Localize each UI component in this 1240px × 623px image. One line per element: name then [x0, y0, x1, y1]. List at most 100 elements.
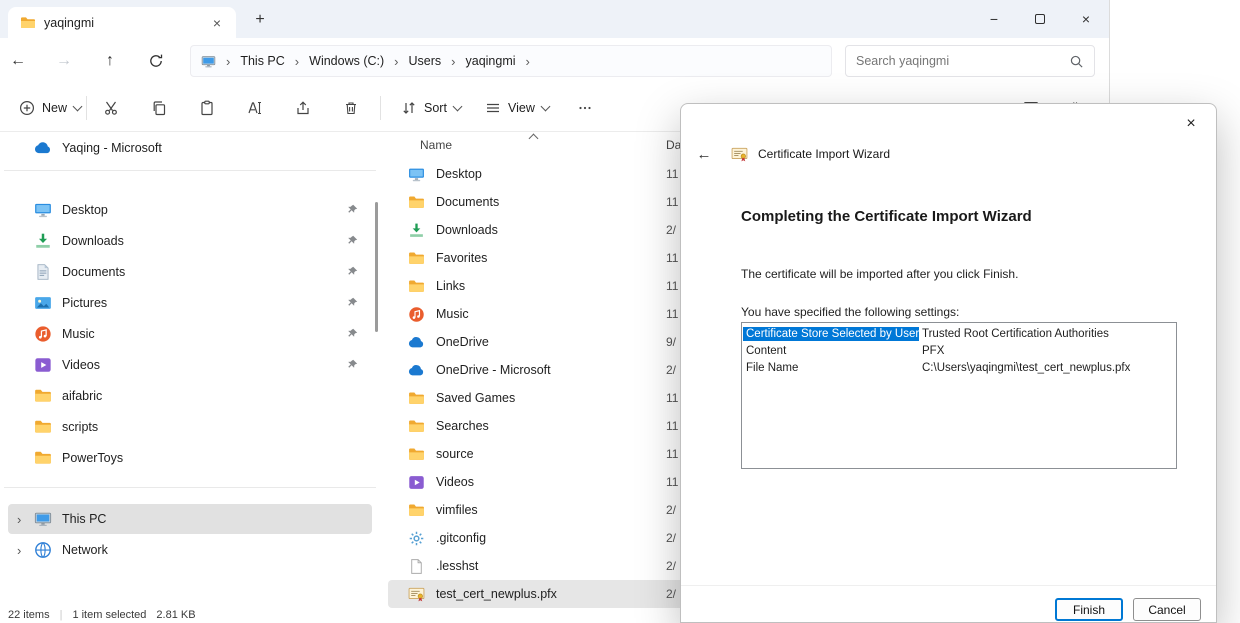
sidebar-item-aifabric[interactable]: aifabric	[8, 381, 372, 411]
dialog-close-button[interactable]: ×	[1176, 111, 1206, 137]
breadcrumb-item-yaqingmi[interactable]: yaqingmi	[462, 52, 520, 70]
footer-divider	[681, 585, 1216, 586]
folder-icon	[34, 387, 52, 405]
share-icon	[295, 100, 311, 116]
cancel-button[interactable]: Cancel	[1133, 598, 1201, 621]
sidebar-item-pictures[interactable]: Pictures	[8, 288, 372, 318]
chevron-right-icon[interactable]: ›	[17, 543, 27, 558]
certificate-icon	[408, 586, 425, 603]
copy-button[interactable]	[139, 92, 179, 124]
sidebar-item-label: Network	[62, 543, 364, 557]
rename-button[interactable]	[235, 92, 275, 124]
cut-button[interactable]	[91, 92, 131, 124]
breadcrumb-item-windows-c[interactable]: Windows (C:)	[305, 52, 388, 70]
folder-icon	[408, 250, 425, 267]
certificate-wizard-icon	[731, 146, 748, 163]
maximize-button[interactable]	[1017, 0, 1063, 38]
dialog-back-button[interactable]: ←	[691, 143, 717, 165]
wizard-heading: Completing the Certificate Import Wizard	[741, 208, 1032, 225]
file-date-modified: 2/	[666, 363, 676, 377]
more-options-button[interactable]	[568, 92, 602, 124]
file-date-modified: 2/	[666, 531, 676, 545]
downloads-icon	[408, 222, 425, 239]
delete-icon	[343, 100, 359, 116]
sidebar-item-powertoys[interactable]: PowerToys	[8, 443, 372, 473]
new-button[interactable]: New	[10, 92, 90, 124]
sidebar-item-downloads[interactable]: Downloads	[8, 226, 372, 256]
back-icon: ←	[10, 52, 26, 70]
paste-button[interactable]	[187, 92, 227, 124]
sidebar-item-this-pc[interactable]: ›This PC	[8, 504, 372, 534]
wizard-description: The certificate will be imported after y…	[741, 267, 1018, 281]
chevron-right-icon: ›	[390, 54, 402, 69]
settings-value: PFX	[919, 344, 947, 358]
view-button[interactable]: View	[476, 92, 558, 124]
settings-row-certificate-store-selected-by-user[interactable]: Certificate Store Selected by UserTruste…	[743, 325, 1175, 342]
file-name: OneDrive	[436, 335, 489, 349]
chevron-right-icon: ›	[447, 54, 459, 69]
chevron-right-icon: ›	[222, 54, 234, 69]
minimize-button[interactable]: −	[971, 0, 1017, 38]
sidebar-item-music[interactable]: Music	[8, 319, 372, 349]
sidebar-item-scripts[interactable]: scripts	[8, 412, 372, 442]
column-header-name[interactable]: Name	[420, 138, 452, 152]
file-date-modified: 11	[666, 475, 678, 489]
back-button[interactable]: ←	[2, 45, 34, 77]
sort-button[interactable]: Sort	[392, 92, 470, 124]
settings-row-content[interactable]: ContentPFX	[743, 342, 1175, 359]
downloads-icon	[34, 232, 52, 250]
tab-close-icon[interactable]: ×	[206, 12, 228, 34]
sort-ascending-icon	[529, 134, 539, 144]
search-input[interactable]	[856, 54, 1061, 68]
sidebar-item-network[interactable]: › Network	[8, 535, 372, 565]
delete-button[interactable]	[331, 92, 371, 124]
breadcrumb[interactable]: ›This PC›Windows (C:)›Users›yaqingmi›	[190, 45, 832, 77]
cloud-icon	[34, 139, 52, 157]
folder-icon	[408, 502, 425, 519]
tab-yaqingmi[interactable]: yaqingmi ×	[8, 7, 236, 38]
file-date-modified: 11	[666, 419, 678, 433]
settings-row-file-name[interactable]: File NameC:\Users\yaqingmi\test_cert_new…	[743, 359, 1175, 376]
toolbar-divider	[380, 96, 381, 120]
file-name: Desktop	[436, 167, 482, 181]
folder-icon	[408, 194, 425, 211]
folder-icon	[34, 449, 52, 467]
finish-button[interactable]: Finish	[1055, 598, 1123, 621]
cloud-icon	[408, 362, 425, 379]
pin-icon	[346, 328, 358, 340]
sidebar-item-videos[interactable]: Videos	[8, 350, 372, 380]
file-date-modified: 2/	[666, 559, 676, 573]
file-date-modified: 11	[666, 447, 678, 461]
sidebar-item-label: Pictures	[62, 296, 336, 310]
file-date-modified: 11	[666, 279, 678, 293]
sidebar-item-yaqing-microsoft[interactable]: Yaqing - Microsoft	[8, 133, 372, 163]
forward-button[interactable]: →	[48, 45, 80, 77]
refresh-button[interactable]	[140, 45, 172, 77]
maximize-icon	[1035, 14, 1045, 24]
search-icon	[1069, 54, 1084, 69]
chevron-right-icon[interactable]: ›	[17, 512, 27, 527]
file-name: Downloads	[436, 223, 498, 237]
settings-value: Trusted Root Certification Authorities	[919, 327, 1112, 341]
chevron-down-icon	[73, 101, 83, 111]
network-icon	[34, 541, 52, 559]
sort-icon	[401, 100, 417, 116]
sidebar-item-desktop[interactable]: Desktop	[8, 195, 372, 225]
music-icon	[408, 306, 425, 323]
sidebar-scrollbar[interactable]	[375, 202, 378, 332]
close-button[interactable]: ×	[1063, 0, 1109, 38]
breadcrumb-item-this-pc[interactable]: This PC	[236, 52, 288, 70]
new-tab-button[interactable]: +	[246, 8, 274, 32]
chevron-down-icon	[540, 101, 550, 111]
search-box[interactable]	[845, 45, 1095, 77]
folder-icon	[408, 446, 425, 463]
file-name: test_cert_newplus.pfx	[436, 587, 557, 601]
status-selection: 1 item selected	[72, 609, 146, 621]
close-icon: ×	[1082, 11, 1090, 27]
sidebar-item-documents[interactable]: Documents	[8, 257, 372, 287]
up-button[interactable]: ↑	[94, 45, 126, 77]
share-button[interactable]	[283, 92, 323, 124]
settings-listview[interactable]: Certificate Store Selected by UserTruste…	[741, 322, 1177, 469]
file-name: Videos	[436, 475, 474, 489]
breadcrumb-item-users[interactable]: Users	[405, 52, 446, 70]
